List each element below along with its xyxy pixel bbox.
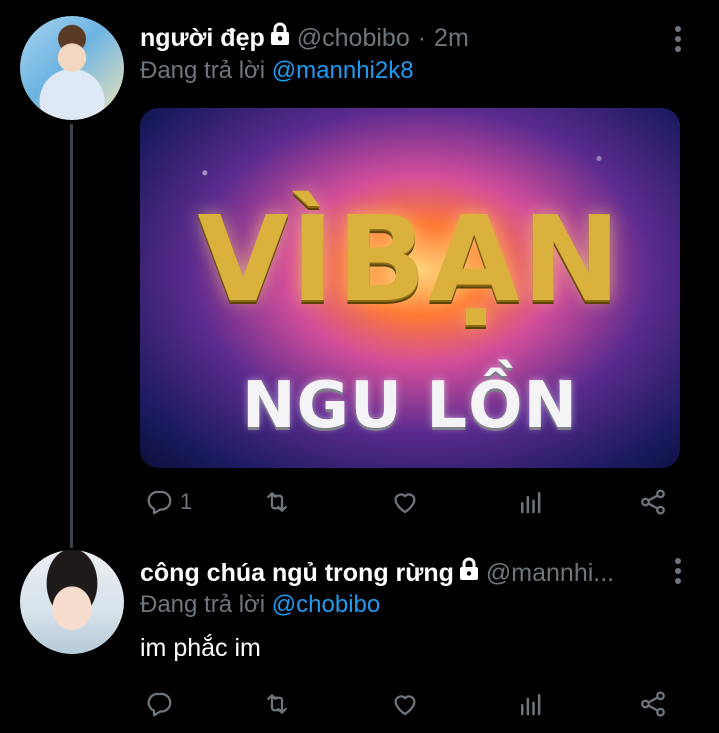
like-icon [390, 487, 420, 517]
like-button[interactable] [390, 684, 420, 724]
timestamp[interactable]: 2m [434, 23, 469, 53]
display-name[interactable]: người đẹp [140, 23, 265, 53]
reply-icon [144, 487, 174, 517]
analytics-button[interactable] [516, 482, 546, 522]
share-button[interactable] [638, 482, 668, 522]
share-icon [638, 487, 668, 517]
tweet-header: công chúa ngủ trong rừng @mannhi... [140, 557, 614, 588]
tweet-header: người đẹp @chobibo · 2m [140, 22, 469, 53]
reply-button[interactable] [144, 684, 174, 724]
replying-to: Đang trả lời @mannhi2k8 [140, 56, 414, 86]
user-handle[interactable]: @mannhi... [486, 558, 614, 588]
share-icon [638, 689, 668, 719]
tweet-image[interactable]: VÌBẠN NGU LỒN [140, 108, 680, 468]
image-caption-sub: NGU LỒN [241, 369, 579, 443]
reply-icon [144, 689, 174, 719]
retweet-icon [262, 689, 292, 719]
avatar[interactable] [20, 16, 124, 120]
more-vertical-icon[interactable] [674, 558, 682, 584]
retweet-icon [262, 487, 292, 517]
replying-to-label: Đang trả lời [140, 591, 266, 618]
share-button[interactable] [638, 684, 668, 724]
lock-icon [269, 22, 291, 53]
replying-to-label: Đang trả lời [140, 57, 266, 84]
analytics-icon [516, 487, 546, 517]
retweet-button[interactable] [262, 684, 292, 724]
image-caption-main: VÌBẠN [197, 190, 623, 328]
analytics-button[interactable] [516, 684, 546, 724]
tweet-text: im phắc im [140, 634, 261, 662]
more-vertical-icon[interactable] [674, 26, 682, 52]
tweet-action-bar [140, 684, 680, 724]
display-name[interactable]: công chúa ngủ trong rừng [140, 558, 454, 588]
reply-button[interactable]: 1 [144, 482, 192, 522]
reply-mention-link[interactable]: @chobibo [272, 591, 380, 618]
avatar[interactable] [20, 550, 124, 654]
reply-mention-link[interactable]: @mannhi2k8 [272, 57, 414, 84]
like-button[interactable] [390, 482, 420, 522]
separator-dot: · [417, 23, 427, 52]
retweet-button[interactable] [262, 482, 292, 522]
lock-icon [458, 557, 480, 588]
replying-to: Đang trả lời @chobibo [140, 590, 380, 620]
user-handle[interactable]: @chobibo [297, 23, 410, 53]
reply-count: 1 [180, 489, 193, 514]
thread-connector-line [70, 124, 73, 548]
like-icon [390, 689, 420, 719]
analytics-icon [516, 689, 546, 719]
tweet-action-bar: 1 [140, 482, 680, 522]
